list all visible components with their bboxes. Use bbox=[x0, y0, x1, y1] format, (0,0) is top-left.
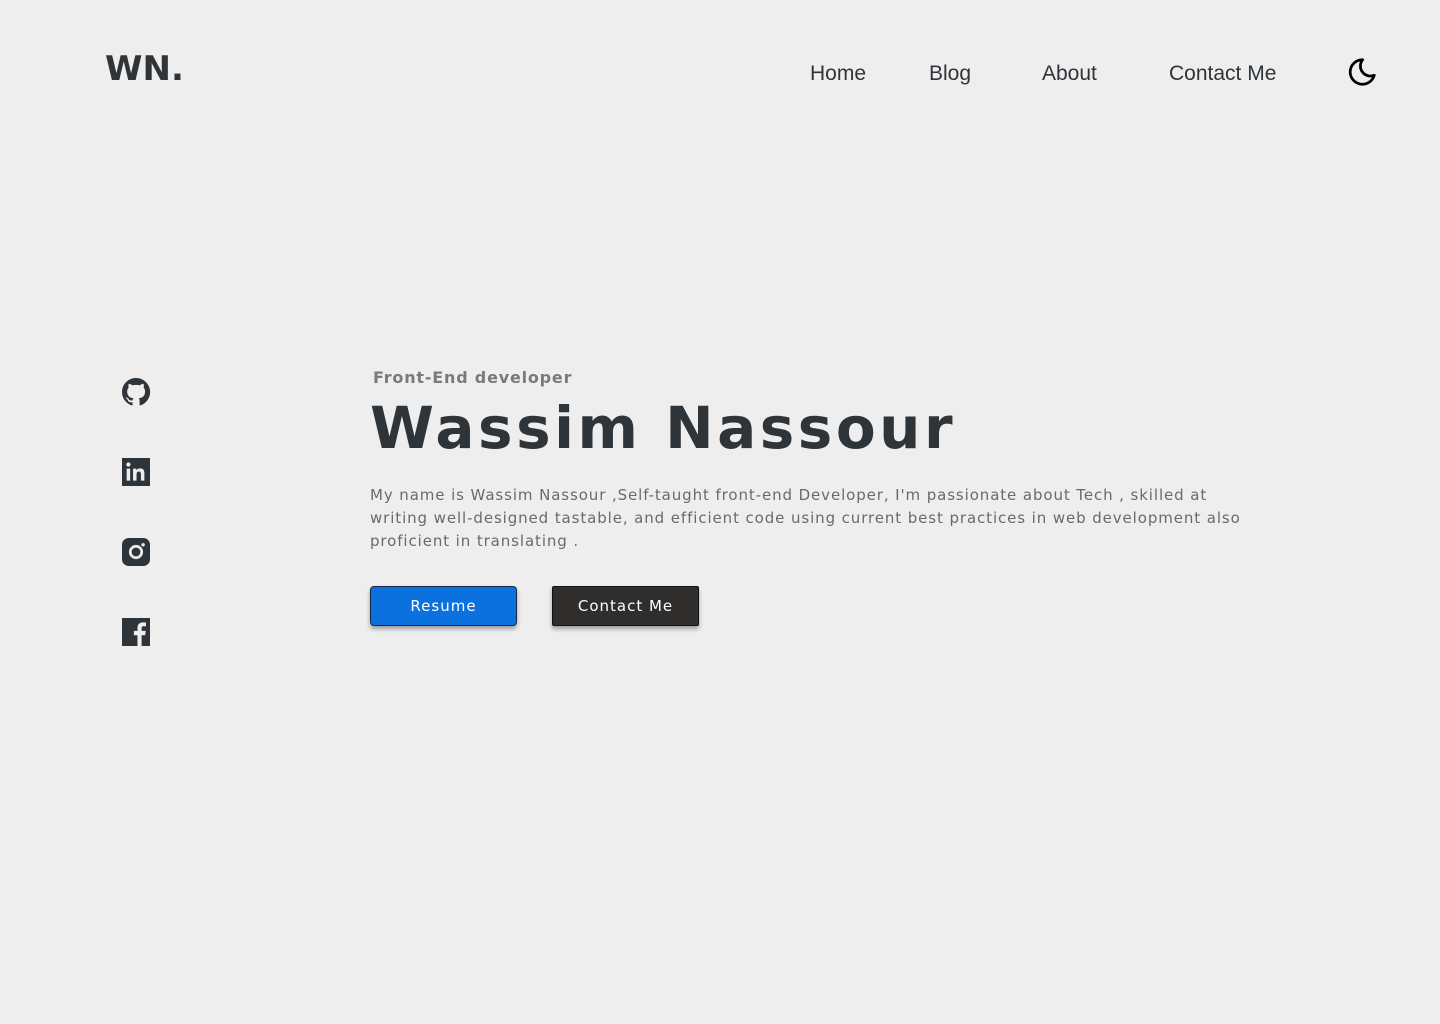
hero-buttons: Resume Contact Me bbox=[370, 586, 710, 628]
nav-about-link[interactable]: About bbox=[1042, 60, 1097, 88]
hero-name: Wassim Nassour bbox=[370, 394, 957, 462]
nav-home-link[interactable]: Home bbox=[810, 60, 866, 88]
hero-section: Front-End developer Wassim Nassour My na… bbox=[370, 366, 1270, 553]
theme-toggle-button[interactable] bbox=[1344, 54, 1380, 90]
linkedin-link[interactable] bbox=[120, 456, 152, 488]
page: WN. Home Blog About Contact Me Front-End… bbox=[0, 0, 1440, 1024]
github-link[interactable] bbox=[120, 376, 152, 408]
facebook-icon bbox=[122, 618, 150, 646]
nav-contact-link[interactable]: Contact Me bbox=[1169, 60, 1276, 88]
hero-role: Front-End developer bbox=[373, 368, 573, 387]
nav-blog-link[interactable]: Blog bbox=[929, 60, 971, 88]
moon-icon bbox=[1348, 58, 1376, 86]
facebook-link[interactable] bbox=[120, 616, 152, 648]
linkedin-icon bbox=[122, 458, 150, 486]
instagram-link[interactable] bbox=[120, 536, 152, 568]
hero-bio: My name is Wassim Nassour ,Self-taught f… bbox=[370, 486, 1241, 550]
github-icon bbox=[122, 378, 151, 406]
main-nav: Home Blog About Contact Me bbox=[0, 60, 1440, 88]
resume-button[interactable]: Resume bbox=[370, 586, 517, 626]
contact-me-button[interactable]: Contact Me bbox=[552, 586, 699, 626]
instagram-icon bbox=[122, 538, 150, 566]
